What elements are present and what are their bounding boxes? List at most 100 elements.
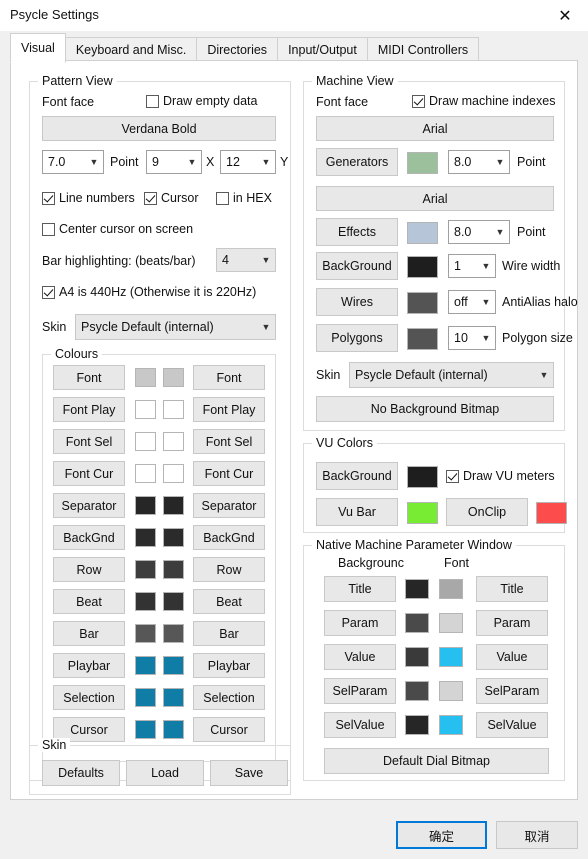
- colour-swatch-secondary[interactable]: [163, 688, 184, 707]
- pattern-size-y-combo[interactable]: 12 ▼: [220, 150, 276, 174]
- colour-right-button[interactable]: Cursor: [193, 717, 265, 742]
- colour-swatch-secondary[interactable]: [163, 400, 184, 419]
- colour-swatch-secondary[interactable]: [163, 624, 184, 643]
- param-font-swatch[interactable]: [439, 681, 463, 701]
- colour-right-button[interactable]: Font Sel: [193, 429, 265, 454]
- colour-swatch-secondary[interactable]: [163, 368, 184, 387]
- param-right-button[interactable]: Param: [476, 610, 548, 636]
- colour-swatch-secondary[interactable]: [163, 592, 184, 611]
- antialias-halo-combo[interactable]: off ▼: [448, 290, 496, 314]
- colour-swatch-primary[interactable]: [135, 720, 156, 739]
- cancel-button[interactable]: 取消: [496, 821, 578, 849]
- colour-right-button[interactable]: Font Play: [193, 397, 265, 422]
- machine-background-color-swatch[interactable]: [407, 256, 438, 278]
- skin-load-button[interactable]: Load: [126, 760, 204, 786]
- colour-swatch-primary[interactable]: [135, 432, 156, 451]
- checkbox-center-cursor-on-screen[interactable]: Center cursor on screen: [42, 222, 193, 236]
- param-right-button[interactable]: Title: [476, 576, 548, 602]
- colour-left-button[interactable]: Font: [53, 365, 125, 390]
- colour-swatch-secondary[interactable]: [163, 432, 184, 451]
- generators-color-button[interactable]: Generators: [316, 148, 398, 176]
- vu-bar-color-swatch[interactable]: [407, 502, 438, 524]
- colour-swatch-secondary[interactable]: [163, 464, 184, 483]
- colour-swatch-secondary[interactable]: [163, 528, 184, 547]
- checkbox-draw-empty-data[interactable]: Draw empty data: [146, 94, 257, 108]
- colour-swatch-primary[interactable]: [135, 656, 156, 675]
- param-background-swatch[interactable]: [405, 579, 429, 599]
- colour-left-button[interactable]: Row: [53, 557, 125, 582]
- checkbox-draw-machine-indexes[interactable]: Draw machine indexes: [412, 94, 555, 108]
- colour-swatch-primary[interactable]: [135, 688, 156, 707]
- checkbox-a4-440hz[interactable]: A4 is 440Hz (Otherwise it is 220Hz): [42, 285, 256, 299]
- polygons-color-button[interactable]: Polygons: [316, 324, 398, 352]
- pattern-point-size-combo[interactable]: 7.0 ▼: [42, 150, 104, 174]
- pattern-skin-combo[interactable]: Psycle Default (internal) ▼: [75, 314, 276, 340]
- bar-highlighting-combo[interactable]: 4 ▼: [216, 248, 276, 272]
- vu-background-color-button[interactable]: BackGround: [316, 462, 398, 490]
- param-font-swatch[interactable]: [439, 647, 463, 667]
- colour-swatch-secondary[interactable]: [163, 560, 184, 579]
- default-dial-bitmap-button[interactable]: Default Dial Bitmap: [324, 748, 549, 774]
- param-left-button[interactable]: Title: [324, 576, 396, 602]
- no-background-bitmap-button[interactable]: No Background Bitmap: [316, 396, 554, 422]
- colour-left-button[interactable]: Font Sel: [53, 429, 125, 454]
- colour-swatch-primary[interactable]: [135, 592, 156, 611]
- param-background-swatch[interactable]: [405, 613, 429, 633]
- param-background-swatch[interactable]: [405, 715, 429, 735]
- colour-left-button[interactable]: Selection: [53, 685, 125, 710]
- param-background-swatch[interactable]: [405, 647, 429, 667]
- checkbox-in-hex[interactable]: in HEX: [216, 191, 272, 205]
- ok-button[interactable]: 确定: [396, 821, 487, 849]
- colour-swatch-primary[interactable]: [135, 528, 156, 547]
- checkbox-cursor[interactable]: Cursor: [144, 191, 199, 205]
- skin-defaults-button[interactable]: Defaults: [42, 760, 120, 786]
- colour-left-button[interactable]: Playbar: [53, 653, 125, 678]
- machine-background-color-button[interactable]: BackGround: [316, 252, 398, 280]
- colour-right-button[interactable]: Playbar: [193, 653, 265, 678]
- colour-swatch-secondary[interactable]: [163, 720, 184, 739]
- onclip-color-button[interactable]: OnClip: [446, 498, 528, 526]
- param-right-button[interactable]: Value: [476, 644, 548, 670]
- colour-swatch-primary[interactable]: [135, 624, 156, 643]
- polygons-color-swatch[interactable]: [407, 328, 438, 350]
- machine-skin-combo[interactable]: Psycle Default (internal) ▼: [349, 362, 554, 388]
- machine-font1-button[interactable]: Arial: [316, 116, 554, 141]
- colour-right-button[interactable]: Separator: [193, 493, 265, 518]
- vu-bar-color-button[interactable]: Vu Bar: [316, 498, 398, 526]
- skin-save-button[interactable]: Save: [210, 760, 288, 786]
- colour-right-button[interactable]: Selection: [193, 685, 265, 710]
- colour-left-button[interactable]: Bar: [53, 621, 125, 646]
- wires-color-button[interactable]: Wires: [316, 288, 398, 316]
- vu-background-color-swatch[interactable]: [407, 466, 438, 488]
- colour-swatch-secondary[interactable]: [163, 656, 184, 675]
- checkbox-line-numbers[interactable]: Line numbers: [42, 191, 135, 205]
- param-right-button[interactable]: SelValue: [476, 712, 548, 738]
- colour-right-button[interactable]: BackGnd: [193, 525, 265, 550]
- tab-visual[interactable]: Visual: [10, 33, 66, 63]
- generators-color-swatch[interactable]: [407, 152, 438, 174]
- colour-left-button[interactable]: Font Cur: [53, 461, 125, 486]
- param-font-swatch[interactable]: [439, 715, 463, 735]
- machine-font2-button[interactable]: Arial: [316, 186, 554, 211]
- onclip-color-swatch[interactable]: [536, 502, 567, 524]
- effects-color-button[interactable]: Effects: [316, 218, 398, 246]
- wires-color-swatch[interactable]: [407, 292, 438, 314]
- colour-swatch-primary[interactable]: [135, 368, 156, 387]
- colour-left-button[interactable]: Separator: [53, 493, 125, 518]
- pattern-font-button[interactable]: Verdana Bold: [42, 116, 276, 141]
- colour-swatch-secondary[interactable]: [163, 496, 184, 515]
- effects-point-combo[interactable]: 8.0 ▼: [448, 220, 510, 244]
- colour-right-button[interactable]: Beat: [193, 589, 265, 614]
- colour-left-button[interactable]: Font Play: [53, 397, 125, 422]
- param-left-button[interactable]: Value: [324, 644, 396, 670]
- pattern-size-x-combo[interactable]: 9 ▼: [146, 150, 202, 174]
- param-right-button[interactable]: SelParam: [476, 678, 548, 704]
- colour-right-button[interactable]: Row: [193, 557, 265, 582]
- wire-width-combo[interactable]: 1 ▼: [448, 254, 496, 278]
- colour-swatch-primary[interactable]: [135, 560, 156, 579]
- colour-right-button[interactable]: Font: [193, 365, 265, 390]
- close-icon[interactable]: ✕: [542, 0, 588, 31]
- polygon-size-combo[interactable]: 10 ▼: [448, 326, 496, 350]
- generators-point-combo[interactable]: 8.0 ▼: [448, 150, 510, 174]
- colour-swatch-primary[interactable]: [135, 400, 156, 419]
